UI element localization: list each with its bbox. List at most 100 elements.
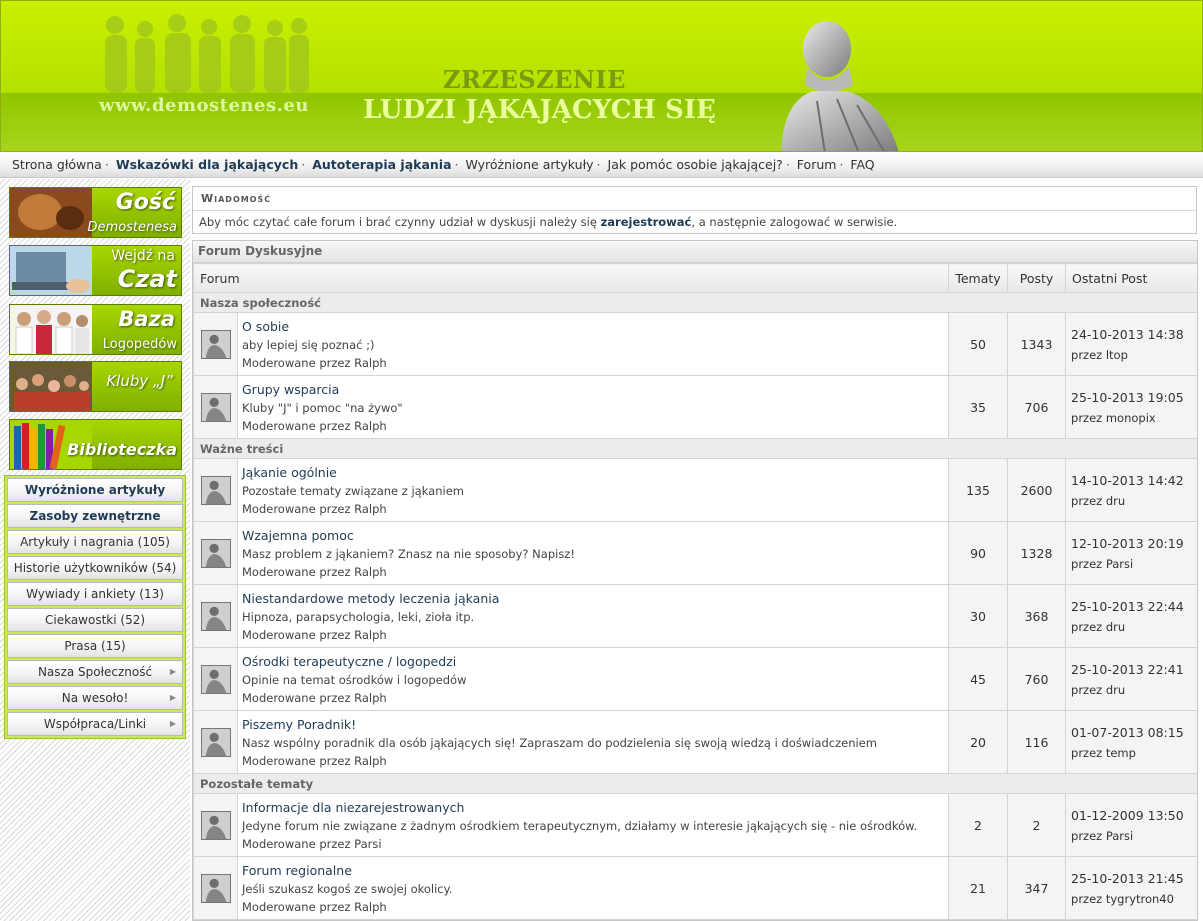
site-url[interactable]: www.demostenes.eu [99, 95, 309, 116]
banner-guest[interactable]: Gość Demostenesa [9, 187, 182, 238]
last-post-date[interactable]: 25-10-2013 22:44 [1071, 599, 1192, 614]
banner-clubs[interactable]: Kluby „J” [9, 361, 182, 412]
forum-moderator: Moderowane przez Parsi [242, 836, 382, 851]
last-post-cell: 25-10-2013 22:44 przez dru [1065, 584, 1197, 648]
category-row: Pozostałe tematy [193, 773, 1197, 794]
posts-count: 760 [1007, 647, 1067, 711]
category-name[interactable]: Pozostałe tematy [193, 773, 1197, 794]
last-post-date[interactable]: 24-10-2013 14:38 [1071, 327, 1192, 342]
forum-statue-icon [200, 329, 231, 359]
last-post-author[interactable]: przez Parsi [1071, 829, 1192, 843]
forum-moderator: Moderowane przez Ralph [242, 564, 387, 579]
last-post-author[interactable]: przez dru [1071, 494, 1192, 508]
posts-count: 116 [1007, 710, 1067, 774]
sidemenu-cooperation-links[interactable]: Współpraca/Linki ▶ [7, 712, 183, 736]
last-post-author[interactable]: przez dru [1071, 620, 1192, 634]
register-link[interactable]: zarejestrować [601, 215, 692, 229]
last-post-cell: 25-10-2013 19:05 przez monopix [1065, 375, 1197, 439]
forum-link[interactable]: Forum regionalne [242, 863, 944, 878]
banner-speech-therapists[interactable]: Baza Logopedów [9, 304, 182, 355]
sidemenu-external-resources[interactable]: Zasoby zewnętrzne [7, 504, 183, 528]
last-post-author[interactable]: przez monopix [1071, 411, 1192, 425]
last-post-author[interactable]: przez ltop [1071, 348, 1192, 362]
nav-featured-articles[interactable]: Wyróżnione artykuły [465, 157, 593, 172]
last-post-date[interactable]: 25-10-2013 19:05 [1071, 390, 1192, 405]
banner-chat[interactable]: Wejdź na Czat [9, 245, 182, 296]
nav-how-to-help[interactable]: Jak pomóc osobie jąkającej? [608, 157, 783, 172]
site-header: www.demostenes.eu ZRZESZENIE LUDZI JĄKAJ… [0, 0, 1203, 152]
sidemenu-interviews[interactable]: Wywiady i ankiety (13) [7, 582, 183, 606]
guest-photo-icon [10, 188, 92, 237]
sidemenu-press[interactable]: Prasa (15) [7, 634, 183, 658]
column-topics: Tematy [948, 263, 1009, 293]
last-post-author[interactable]: przez Parsi [1071, 557, 1192, 571]
last-post-date[interactable]: 01-12-2009 13:50 [1071, 808, 1192, 823]
last-post-author[interactable]: przez tygrytron40 [1071, 892, 1192, 906]
forum-statue-icon [200, 727, 231, 757]
sidemenu-curiosities[interactable]: Ciekawostki (52) [7, 608, 183, 632]
forum-link[interactable]: Wzajemna pomoc [242, 528, 944, 543]
forum-link[interactable]: Jąkanie ogólnie [242, 465, 944, 480]
category-name[interactable]: Ważne treści [193, 438, 1197, 459]
nav-home[interactable]: Strona główna [12, 157, 102, 172]
sidemenu-user-stories[interactable]: Historie użytkowników (54) [7, 556, 183, 580]
last-post-cell: 14-10-2013 14:42 przez dru [1065, 458, 1197, 522]
table-row: Grupy wsparcia Kluby "J" i pomoc "na żywo… [193, 375, 1197, 439]
column-forum: Forum [193, 263, 950, 293]
last-post-cell: 01-12-2009 13:50 przez Parsi [1065, 793, 1197, 857]
forum-link[interactable]: Informacje dla niezarejestrowanych [242, 800, 944, 815]
forum-info-cell: Jąkanie ogólnie Pozostałe tematy związane… [236, 458, 950, 522]
last-post-cell: 12-10-2013 20:19 przez Parsi [1065, 521, 1197, 585]
topics-count: 90 [948, 521, 1009, 585]
last-post-author[interactable]: przez temp [1071, 746, 1192, 760]
forum-link[interactable]: O sobie [242, 319, 944, 334]
topics-count: 2 [948, 793, 1009, 857]
last-post-date[interactable]: 14-10-2013 14:42 [1071, 473, 1192, 488]
sidemenu-featured-articles[interactable]: Wyróżnione artykuły [7, 478, 183, 502]
side-menu: Wyróżnione artykuły Zasoby zewnętrzne Ar… [4, 475, 186, 739]
last-post-date[interactable]: 01-07-2013 08:15 [1071, 725, 1192, 740]
last-post-date[interactable]: 12-10-2013 20:19 [1071, 536, 1192, 551]
forum-info-cell: Forum regionalne Jeśli szukasz kogoś ze s… [236, 856, 950, 920]
table-row: Ośrodki terapeutyczne / logopedzi Opinie … [193, 647, 1197, 711]
forum-statue-icon [200, 601, 231, 631]
forum-description: Hipnoza, parapsychologia, leki, zioła it… [242, 609, 475, 624]
forum-statue-icon [200, 810, 231, 840]
nav-self-therapy[interactable]: Autoterapia jąkania [312, 157, 451, 172]
sidemenu-funny[interactable]: Na wesoło! ▶ [7, 686, 183, 710]
posts-count: 368 [1007, 584, 1067, 648]
posts-count: 347 [1007, 856, 1067, 920]
forum-icon-cell [193, 647, 238, 711]
group-photo-icon [10, 362, 92, 411]
sidemenu-community[interactable]: Nasza Społeczność ▶ [7, 660, 183, 684]
forum-link[interactable]: Ośrodki terapeutyczne / logopedzi [242, 654, 944, 669]
nav-forum[interactable]: Forum [797, 157, 837, 172]
site-title-line2: LUDZI JĄKAJĄCYCH SIĘ [363, 95, 716, 125]
nav-faq[interactable]: FAQ [850, 157, 874, 172]
banner-library[interactable]: Biblioteczka [9, 419, 182, 470]
forum-description: aby lepiej się poznać ;) [242, 337, 375, 352]
topics-count: 35 [948, 375, 1009, 439]
forum-icon-cell [193, 521, 238, 585]
laptop-photo-icon [10, 246, 92, 295]
forum-description: Kluby "J" i pomoc "na żywo" [242, 400, 403, 415]
forum-link[interactable]: Niestandardowe metody leczenia jąkania [242, 591, 944, 606]
forum-moderator: Moderowane przez Ralph [242, 355, 387, 370]
last-post-date[interactable]: 25-10-2013 21:45 [1071, 871, 1192, 886]
forum-moderator: Moderowane przez Ralph [242, 753, 387, 768]
category-name[interactable]: Nasza społeczność [193, 292, 1197, 313]
demosthenes-statue-icon [781, 21, 899, 151]
nav-tips[interactable]: Wskazówki dla jąkających [116, 157, 298, 172]
last-post-date[interactable]: 25-10-2013 22:41 [1071, 662, 1192, 677]
forum-link[interactable]: Piszemy Poradnik! [242, 717, 944, 732]
forum-link[interactable]: Grupy wsparcia [242, 382, 944, 397]
forum-statue-icon [200, 664, 231, 694]
table-row: Jąkanie ogólnie Pozostałe tematy związane… [193, 458, 1197, 522]
last-post-author[interactable]: przez dru [1071, 683, 1192, 697]
site-title-line1: ZRZESZENIE [443, 65, 626, 94]
last-post-cell: 01-07-2013 08:15 przez temp [1065, 710, 1197, 774]
sidemenu-articles-recordings[interactable]: Artykuły i nagrania (105) [7, 530, 183, 554]
column-posts: Posty [1007, 263, 1067, 293]
forum-panel: Forum Dyskusyjne Forum Tematy Posty Osta… [192, 240, 1198, 921]
forum-description: Opinie na temat ośrodków i logopedów [242, 672, 467, 687]
